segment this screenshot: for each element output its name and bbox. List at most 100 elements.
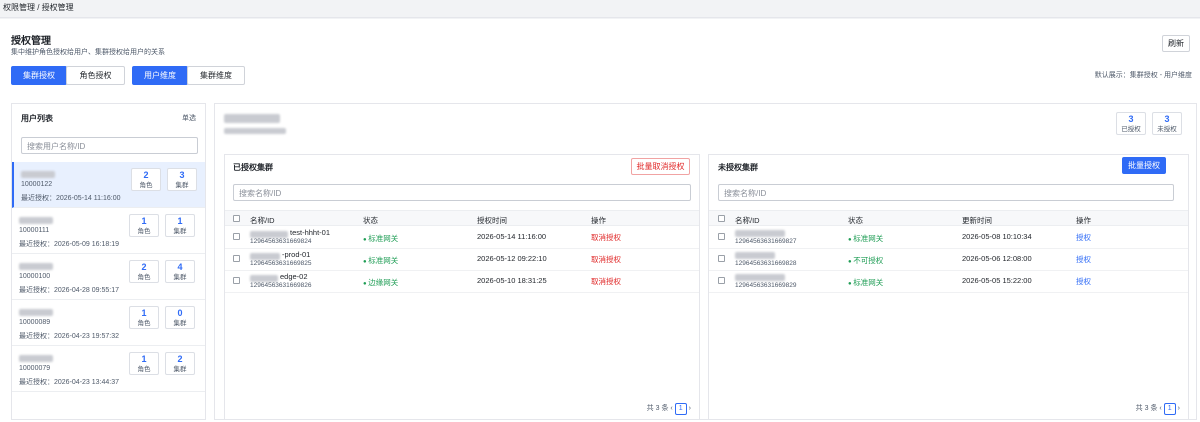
col-action: 操作 [1076, 216, 1091, 225]
user-list-item[interactable]: 10000079 最近授权：2026-04-23 13:44:37 1 角色 2 集群 [12, 346, 205, 392]
user-search-input[interactable]: 搜索用户名称/ID [21, 137, 198, 154]
table-row: -prod-0112964563631669825 标准网关 2026-05-12 … [225, 249, 699, 271]
tab-cluster-auth[interactable]: 集群授权 [11, 66, 67, 85]
role-count-box[interactable]: 2 角色 [129, 260, 159, 283]
update-time: 2026-05-05 15:22:00 [962, 276, 1032, 285]
cluster-count-box[interactable]: 4 集群 [165, 260, 195, 283]
role-count: 1 [141, 308, 147, 318]
authorized-search-input[interactable]: 搜索名称/ID [233, 184, 691, 201]
role-count-box[interactable]: 1 角色 [129, 214, 159, 237]
batch-authorize-button[interactable]: 批量授权 [1122, 157, 1166, 174]
page-number[interactable]: 1 [674, 403, 687, 415]
cluster-auth-panel: 3 已授权 3 未授权 已授权集群 批量取消授权 搜索名称/ID 名称/ID 状… [214, 103, 1197, 420]
tab-user-dimension[interactable]: 用户维度 [132, 66, 188, 85]
user-name [19, 355, 53, 362]
role-count-box[interactable]: 1 角色 [129, 352, 159, 375]
table-row: 12964563631669827 标准网关 2026-05-08 10:10:34… [709, 227, 1188, 249]
role-count-label: 角色 [137, 274, 151, 281]
cluster-count-box[interactable]: 2 集群 [165, 352, 195, 375]
cluster-id: 12964563631669826 [250, 282, 312, 289]
authorized-pagination: 共 3 条 ‹ 1 › [647, 403, 691, 415]
row-checkbox[interactable] [718, 277, 725, 284]
status-badge: 边缘网关 [363, 277, 398, 288]
revoke-link[interactable]: 取消授权 [591, 276, 621, 287]
table-row: edge-0212964563631669826 边缘网关 2026-05-10 1… [225, 271, 699, 293]
default-view-hint: 默认展示：集群授权 - 用户维度 [1094, 72, 1192, 79]
next-page-icon[interactable]: › [689, 405, 691, 412]
cluster-count: 2 [177, 354, 183, 364]
unauthorized-search-input[interactable]: 搜索名称/ID [718, 184, 1174, 201]
cluster-count: 4 [177, 262, 183, 272]
user-recent-auth: 最近授权：2026-05-09 16:18:19 [19, 241, 119, 248]
col-name: 名称/ID [250, 216, 275, 225]
select-all-checkbox[interactable] [233, 215, 240, 222]
role-count-box[interactable]: 2 角色 [131, 168, 161, 191]
authorize-link[interactable]: 授权 [1076, 232, 1091, 243]
row-checkbox[interactable] [233, 277, 240, 284]
unauthorized-count-label: 未授权 [1157, 126, 1177, 133]
row-checkbox[interactable] [718, 233, 725, 240]
update-time: 2026-05-08 10:10:34 [962, 232, 1032, 241]
user-list-item[interactable]: 10000122 最近授权：2026-05-14 11:16:00 2 角色 3 集群 [12, 162, 205, 208]
unauthorized-count: 3 [1164, 114, 1170, 124]
cluster-id: 12964563631669825 [250, 260, 312, 267]
unauthorized-table-header: 名称/ID 状态 更新时间 操作 [709, 210, 1188, 226]
role-count-label: 角色 [139, 182, 153, 189]
user-id: 10000079 [19, 365, 51, 372]
user-id: 10000089 [19, 319, 51, 326]
user-recent-auth: 最近授权：2026-04-23 13:44:37 [19, 379, 119, 386]
update-time: 2026-05-06 12:08:00 [962, 254, 1032, 263]
select-all-checkbox[interactable] [718, 215, 725, 222]
next-page-icon[interactable]: › [1178, 405, 1180, 412]
status-badge: 标准网关 [848, 277, 883, 288]
status-badge: 标准网关 [848, 233, 883, 244]
revoke-link[interactable]: 取消授权 [591, 254, 621, 265]
table-row: 12964563631669829 标准网关 2026-05-05 15:22:00… [709, 271, 1188, 293]
col-name: 名称/ID [735, 216, 760, 225]
user-name [21, 171, 55, 178]
user-list-item[interactable]: 10000089 最近授权：2026-04-23 19:57:32 1 角色 0 集群 [12, 300, 205, 346]
unauthorized-total: 共 3 条 [1135, 405, 1158, 412]
batch-revoke-button[interactable]: 批量取消授权 [631, 158, 690, 175]
user-list-item[interactable]: 10000100 最近授权：2026-04-28 09:55:17 2 角色 4 集群 [12, 254, 205, 300]
authorized-clusters-title: 已授权集群 [233, 163, 273, 172]
row-checkbox[interactable] [718, 255, 725, 262]
unauthorized-clusters-panel: 未授权集群 批量授权 搜索名称/ID 名称/ID 状态 更新时间 操作 1296… [708, 154, 1189, 420]
cluster-count-label: 集群 [173, 366, 187, 373]
revoke-link[interactable]: 取消授权 [591, 232, 621, 243]
tab-cluster-dimension[interactable]: 集群维度 [187, 66, 245, 85]
auth-time: 2026-05-12 09:22:10 [477, 254, 547, 263]
role-count: 2 [141, 262, 147, 272]
cluster-name [735, 252, 775, 259]
page-description: 集中维护角色授权给用户、集群授权给用户的关系 [11, 49, 165, 56]
auth-time: 2026-05-14 11:16:00 [477, 232, 547, 241]
refresh-button[interactable]: 刷新 [1162, 35, 1190, 52]
prev-page-icon[interactable]: ‹ [670, 405, 672, 412]
page-number[interactable]: 1 [1163, 403, 1176, 415]
unauthorized-count-card: 3 未授权 [1152, 112, 1182, 135]
cluster-count-label: 集群 [173, 320, 187, 327]
row-checkbox[interactable] [233, 255, 240, 262]
user-id: 10000111 [19, 227, 50, 234]
col-update-time: 更新时间 [962, 216, 992, 225]
unauthorized-clusters-title: 未授权集群 [718, 163, 758, 172]
row-checkbox[interactable] [233, 233, 240, 240]
role-count-label: 角色 [137, 228, 151, 235]
role-count-box[interactable]: 1 角色 [129, 306, 159, 329]
user-list-item[interactable]: 10000111 最近授权：2026-05-09 16:18:19 1 角色 1 集群 [12, 208, 205, 254]
authorize-link[interactable]: 授权 [1076, 276, 1091, 287]
tab-role-auth[interactable]: 角色授权 [66, 66, 125, 85]
cluster-count-box[interactable]: 0 集群 [165, 306, 195, 329]
table-row: test-hhht-011296456363​1669824 标准网关 2026-0… [225, 227, 699, 249]
cluster-count-label: 集群 [173, 274, 187, 281]
cluster-id: 12964563631669829 [735, 282, 797, 289]
cluster-id: 1296456363​1669824 [250, 238, 312, 245]
prev-page-icon[interactable]: ‹ [1159, 405, 1161, 412]
role-count: 1 [141, 354, 147, 364]
cluster-count-label: 集群 [175, 182, 189, 189]
authorize-link[interactable]: 授权 [1076, 254, 1091, 265]
cluster-name: edge-02 [280, 272, 308, 281]
cluster-count-box[interactable]: 3 集群 [167, 168, 197, 191]
cluster-name-prefix [250, 253, 280, 260]
cluster-count-box[interactable]: 1 集群 [165, 214, 195, 237]
